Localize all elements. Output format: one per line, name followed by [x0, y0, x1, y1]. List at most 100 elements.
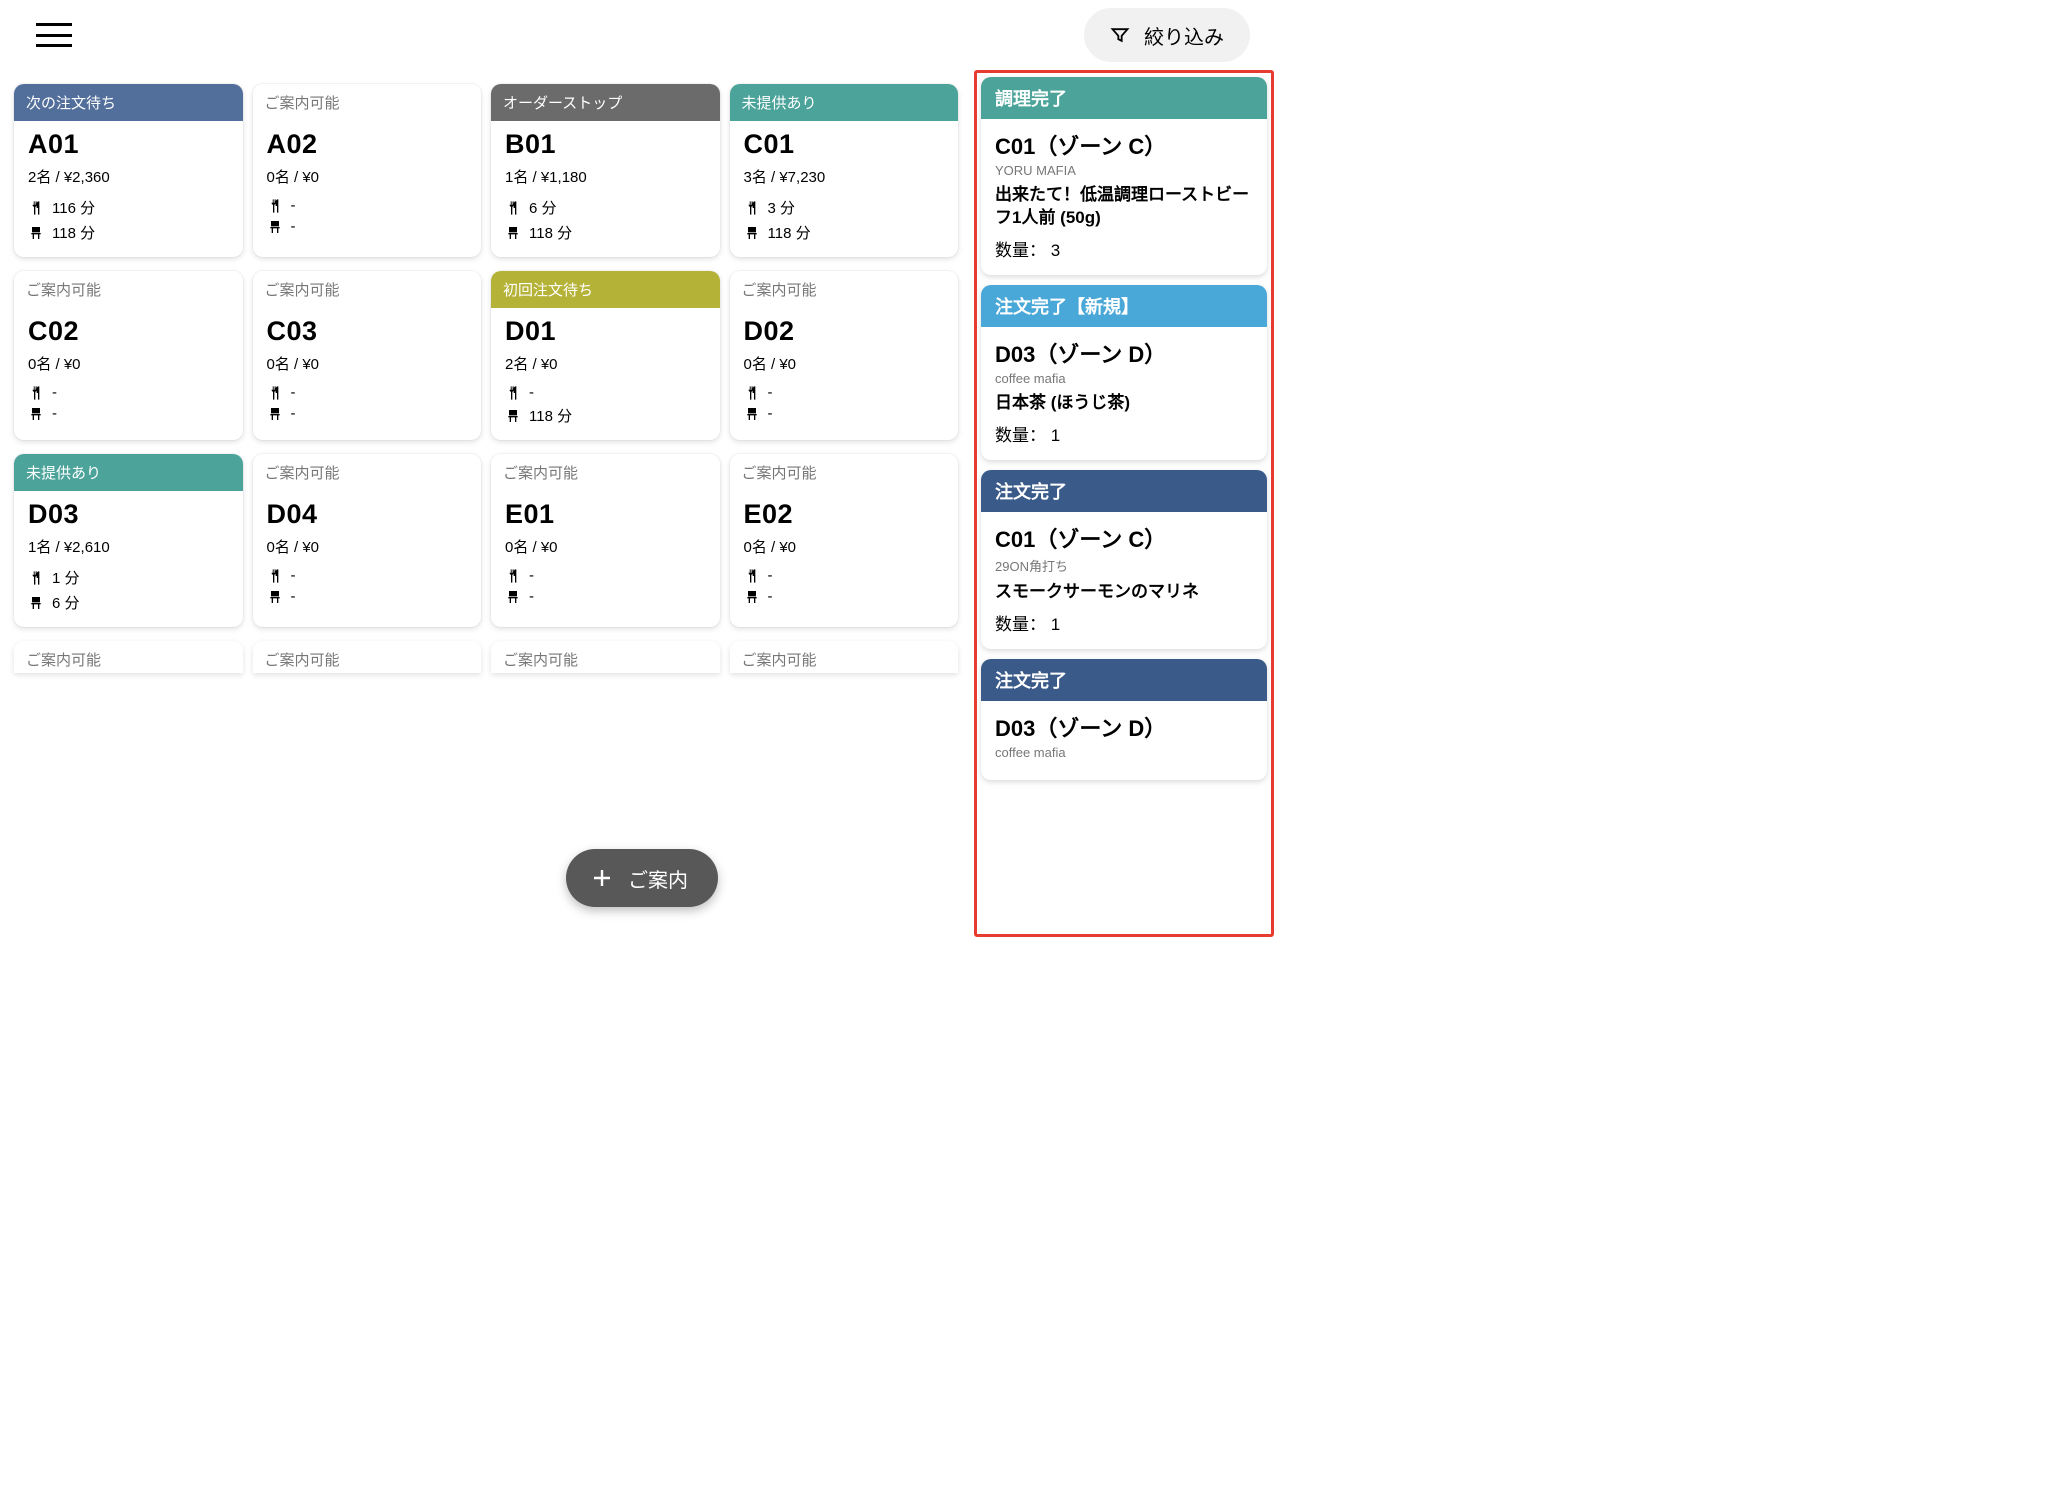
- seat-time-value: -: [768, 405, 773, 422]
- table-id: D02: [744, 316, 945, 347]
- table-card-peek[interactable]: ご案内可能: [491, 641, 720, 673]
- seat-time-row: -: [267, 218, 468, 235]
- table-id: B01: [505, 129, 706, 160]
- table-card-peek[interactable]: ご案内可能: [253, 641, 482, 673]
- notif-quantity: 数量： 3: [995, 236, 1253, 261]
- seat-time-value: 118 分: [529, 222, 572, 243]
- seat-time-value: -: [768, 588, 773, 605]
- seat-time-row: -: [505, 588, 706, 605]
- table-card-A02[interactable]: ご案内可能A020名 / ¥0--: [253, 84, 482, 257]
- table-card-D04[interactable]: ご案内可能 D04 0名 / ¥0 - -: [253, 454, 482, 627]
- eat-time-row: 116 分: [28, 197, 229, 218]
- fork-knife-icon: [744, 568, 760, 584]
- table-id: A02: [267, 129, 468, 160]
- fork-knife-icon: [744, 385, 760, 401]
- chair-icon: [267, 219, 283, 235]
- notification-card[interactable]: 調理完了C01（ゾーン C）YORU MAFIA出来たて！低温調理ローストビーフ…: [981, 77, 1267, 275]
- seat-time-row: 6 分: [28, 592, 229, 613]
- notif-title: C01（ゾーン C）: [995, 129, 1253, 161]
- eat-time-row: -: [744, 567, 945, 584]
- notif-item: 日本茶 (ほうじ茶): [995, 392, 1253, 415]
- fork-knife-icon: [505, 385, 521, 401]
- table-id: E02: [744, 499, 945, 530]
- notifications-panel: 調理完了C01（ゾーン C）YORU MAFIA出来たて！低温調理ローストビーフ…: [968, 70, 1280, 937]
- table-status: ご案内可能: [253, 271, 482, 308]
- chair-icon: [505, 589, 521, 605]
- notification-card[interactable]: 注文完了C01（ゾーン C）29ON角打ちスモークサーモンのマリネ数量： 1: [981, 470, 1267, 649]
- table-status: ご案内可能: [730, 271, 959, 308]
- seat-time-row: -: [267, 405, 468, 422]
- eat-time-value: 116 分: [52, 197, 95, 218]
- eat-time-row: -: [267, 384, 468, 401]
- notification-card[interactable]: 注文完了D03（ゾーン D）coffee mafia: [981, 659, 1267, 780]
- table-card-D03[interactable]: 未提供ありD031名 / ¥2,6101 分6 分: [14, 454, 243, 627]
- seat-time-value: 118 分: [529, 405, 572, 426]
- eat-time-value: 1 分: [52, 567, 80, 588]
- topbar: 絞り込み: [0, 0, 1280, 70]
- table-card-E01[interactable]: ご案内可能E010名 / ¥0--: [491, 454, 720, 627]
- table-card-D02[interactable]: ご案内可能 D02 0名 / ¥0 - -: [730, 271, 959, 440]
- notif-title: D03（ゾーン D）: [995, 337, 1253, 369]
- filter-label: 絞り込み: [1144, 21, 1224, 50]
- seat-time-row: -: [28, 405, 229, 422]
- eat-time-value: -: [291, 384, 296, 401]
- filter-button[interactable]: 絞り込み: [1084, 8, 1250, 62]
- notif-subtitle: YORU MAFIA: [995, 163, 1253, 178]
- table-card-B01[interactable]: オーダーストップB011名 / ¥1,1806 分118 分: [491, 84, 720, 257]
- table-card-C01[interactable]: 未提供ありC013名 / ¥7,2303 分118 分: [730, 84, 959, 257]
- guide-button[interactable]: ご案内: [566, 849, 718, 907]
- notif-header: 調理完了: [981, 77, 1267, 119]
- seat-time-row: 118 分: [744, 222, 945, 243]
- seat-time-row: -: [267, 588, 468, 605]
- seat-time-value: 118 分: [768, 222, 811, 243]
- notif-title: D03（ゾーン D）: [995, 711, 1253, 743]
- eat-time-value: -: [291, 197, 296, 214]
- table-card-peek[interactable]: ご案内可能: [730, 641, 959, 673]
- table-card-peek[interactable]: ご案内可能: [14, 641, 243, 673]
- table-status: ご案内可能: [491, 454, 720, 491]
- chair-icon: [744, 225, 760, 241]
- notif-subtitle: coffee mafia: [995, 371, 1253, 386]
- table-status: 未提供あり: [730, 84, 959, 121]
- table-id: D04: [267, 499, 468, 530]
- table-card-E02[interactable]: ご案内可能 E02 0名 / ¥0 - -: [730, 454, 959, 627]
- seat-time-row: 118 分: [28, 222, 229, 243]
- table-id: A01: [28, 129, 229, 160]
- seat-time-value: -: [291, 588, 296, 605]
- eat-time-row: -: [744, 384, 945, 401]
- fork-knife-icon: [28, 385, 44, 401]
- table-id: D03: [28, 499, 229, 530]
- eat-time-row: 6 分: [505, 197, 706, 218]
- notif-subtitle: 29ON角打ち: [995, 556, 1253, 575]
- notif-title: C01（ゾーン C）: [995, 522, 1253, 554]
- notif-item: スモークサーモンのマリネ: [995, 581, 1253, 604]
- table-info: 0名 / ¥0: [267, 536, 468, 557]
- eat-time-value: -: [529, 567, 534, 584]
- eat-time-value: -: [52, 384, 57, 401]
- table-status: ご案内可能: [14, 271, 243, 308]
- table-info: 1名 / ¥1,180: [505, 166, 706, 187]
- table-card-C03[interactable]: ご案内可能C030名 / ¥0--: [253, 271, 482, 440]
- fork-knife-icon: [267, 568, 283, 584]
- table-info: 0名 / ¥0: [744, 353, 945, 374]
- menu-button[interactable]: [36, 23, 72, 47]
- table-status: ご案内可能: [730, 454, 959, 491]
- table-status: 初回注文待ち: [491, 271, 720, 308]
- table-status: ご案内可能: [253, 454, 482, 491]
- table-id: C01: [744, 129, 945, 160]
- eat-time-row: 1 分: [28, 567, 229, 588]
- eat-time-value: 3 分: [768, 197, 796, 218]
- main-area: 次の注文待ちA012名 / ¥2,360116 分118 分ご案内可能A020名…: [0, 70, 1280, 937]
- guide-label: ご案内: [628, 864, 688, 893]
- table-card-C02[interactable]: ご案内可能C020名 / ¥0--: [14, 271, 243, 440]
- table-card-A01[interactable]: 次の注文待ちA012名 / ¥2,360116 分118 分: [14, 84, 243, 257]
- fork-knife-icon: [505, 200, 521, 216]
- notification-card[interactable]: 注文完了【新規】D03（ゾーン D）coffee mafia日本茶 (ほうじ茶)…: [981, 285, 1267, 460]
- seat-time-value: -: [529, 588, 534, 605]
- table-info: 0名 / ¥0: [744, 536, 945, 557]
- table-card-D01[interactable]: 初回注文待ちD012名 / ¥0-118 分: [491, 271, 720, 440]
- eat-time-value: -: [768, 567, 773, 584]
- eat-time-row: -: [267, 567, 468, 584]
- eat-time-value: 6 分: [529, 197, 557, 218]
- chair-icon: [267, 589, 283, 605]
